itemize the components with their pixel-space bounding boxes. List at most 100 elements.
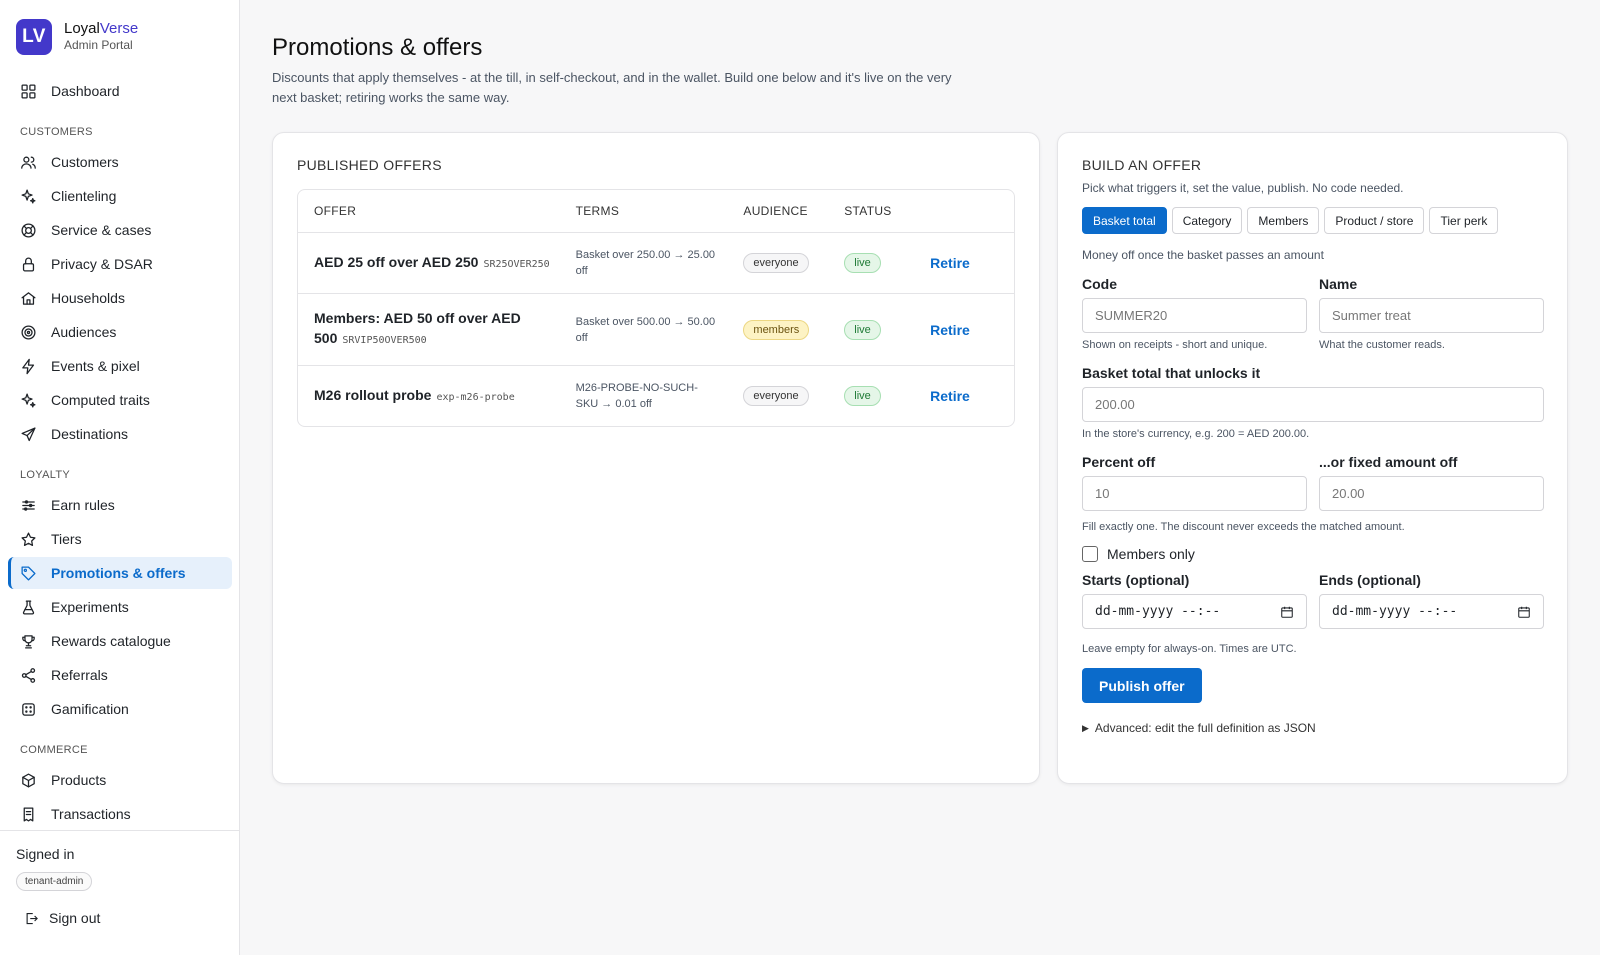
offer-name: Members: AED 50 off over AED 500 SRVIP50O… [314,310,521,346]
column-audience: AUDIENCE [743,204,808,218]
sparkle-icon [21,392,36,408]
sidebar-item-products[interactable]: Products [8,764,232,796]
user-badge: tenant-admin [16,872,93,891]
receipt-icon [23,806,34,822]
ends-input[interactable]: dd-mm-yyyy --:-- [1319,594,1544,629]
fixed-amount-input[interactable] [1319,476,1544,511]
name-label: Name [1319,276,1358,292]
table-header: OFFER TERMS AUDIENCE STATUS [298,190,1014,232]
status-badge: live [844,386,881,406]
publish-offer-button[interactable]: Publish offer [1082,668,1202,703]
flask-icon [22,599,35,615]
sidebar-item-label: Experiments [51,599,129,615]
dice-icon [22,702,35,716]
code-input[interactable] [1082,298,1307,333]
sidebar-item-label: Events & pixel [51,358,140,374]
sidebar-item-label: Households [51,290,125,306]
audience-badge: everyone [743,253,809,273]
ends-value: dd-mm-yyyy --:-- [1332,604,1458,619]
sidebar-item-audiences[interactable]: Audiences [8,316,232,348]
name-hint: What the customer reads. [1319,339,1445,351]
trigger-tabs: Basket total Category Members Product / … [1082,207,1544,234]
sidebar: LV LoyalVerse Admin Portal Dashboard CUS… [0,0,240,955]
starts-input[interactable]: dd-mm-yyyy --:-- [1082,594,1307,629]
sidebar-item-label: Tiers [51,531,82,547]
sidebar-item-computed-traits[interactable]: Computed traits [8,384,232,416]
dashboard-icon [21,83,36,99]
published-offers-card: PUBLISHED OFFERS OFFER TERMS AUDIENCE ST… [272,132,1040,784]
brand-logo: LV [16,19,52,55]
offer-builder: BUILD AN OFFER Pick what triggers it, se… [1082,157,1544,735]
tab-category[interactable]: Category [1171,207,1243,234]
table-row: Members: AED 50 off over AED 500 SRVIP50O… [298,293,1014,365]
target-icon [21,324,36,340]
amount-hint: Fill exactly one. The discount never exc… [1082,521,1405,533]
table-row: M26 rollout probe exp-m26-probe M26-PROBE… [298,365,1014,426]
sidebar-item-tiers[interactable]: Tiers [8,523,232,555]
sidebar-item-promotions[interactable]: Promotions & offers [8,557,232,589]
home-icon [21,291,36,305]
starts-value: dd-mm-yyyy --:-- [1095,604,1221,619]
sidebar-item-events[interactable]: Events & pixel [8,350,232,382]
retire-button[interactable]: Retire [930,255,970,271]
sidebar-footer: Signed in tenant-admin Sign out [0,830,240,955]
threshold-input[interactable] [1082,387,1544,422]
audience-badge: everyone [743,386,809,406]
column-offer: OFFER [314,204,357,218]
sidebar-item-referrals[interactable]: Referrals [8,659,232,691]
audience-badge: members [743,319,810,340]
advanced-json-toggle[interactable]: ▶ Advanced: edit the full definition as … [1082,721,1544,735]
sidebar-item-label: Earn rules [51,497,115,513]
sidebar-item-label: Rewards catalogue [51,633,171,649]
tag-icon [21,565,36,581]
ends-label: Ends (optional) [1319,572,1421,588]
retire-button[interactable]: Retire [930,322,970,338]
star-icon [21,531,36,546]
lifebuoy-icon [21,222,36,238]
sidebar-item-dashboard[interactable]: Dashboard [8,75,232,107]
sidebar-item-label: Audiences [51,324,117,340]
offer-terms: Basket over 500.00 → 50.00 off [575,315,716,344]
sidebar-item-earn-rules[interactable]: Earn rules [8,489,232,521]
starts-label: Starts (optional) [1082,572,1190,588]
sidebar-item-clienteling[interactable]: Clienteling [8,180,232,212]
section-customers: CUSTOMERS [20,126,93,138]
status-badge: live [844,253,881,273]
column-status: STATUS [844,204,892,218]
sidebar-item-destinations[interactable]: Destinations [8,418,232,450]
members-only-checkbox[interactable] [1082,546,1098,562]
name-input[interactable] [1319,298,1544,333]
tab-basket-total[interactable]: Basket total [1082,207,1167,234]
tab-members[interactable]: Members [1247,207,1320,234]
page-description: Discounts that apply themselves - at the… [272,70,952,105]
sidebar-item-experiments[interactable]: Experiments [8,591,232,623]
retire-button[interactable]: Retire [930,388,970,404]
offer-name: AED 25 off over AED 250 SR25OVER250 [314,253,550,270]
tab-product-store[interactable]: Product / store [1324,207,1425,234]
build-offer-card: BUILD AN OFFER Pick what triggers it, se… [1057,132,1568,784]
sidebar-item-gamification[interactable]: Gamification [8,693,232,725]
percent-input[interactable] [1082,476,1307,511]
sidebar-item-service[interactable]: Service & cases [8,214,232,246]
status-badge: live [844,319,881,340]
lightning-icon [22,358,35,374]
members-only-label: Members only [1107,546,1195,562]
advanced-json-label: Advanced: edit the full definition as JS… [1094,721,1316,735]
section-loyalty: LOYALTY [20,469,70,481]
fixed-amount-label: ...or fixed amount off [1319,454,1458,470]
sidebar-item-label: Service & cases [51,222,152,238]
sidebar-item-households[interactable]: Households [8,282,232,314]
sidebar-item-privacy[interactable]: Privacy & DSAR [8,248,232,280]
sidebar-item-label: Promotions & offers [51,565,186,581]
sidebar-item-rewards[interactable]: Rewards catalogue [8,625,232,657]
sign-out-button[interactable]: Sign out [24,910,224,926]
sidebar-item-transactions[interactable]: Transactions [8,798,232,830]
threshold-hint: In the store's currency, e.g. 200 = AED … [1082,428,1310,440]
sidebar-item-customers[interactable]: Customers [8,146,232,178]
tab-tier-perk[interactable]: Tier perk [1429,207,1499,234]
dates-hint: Leave empty for always-on. Times are UTC… [1082,643,1297,655]
box-icon [22,772,35,788]
code-label: Code [1082,276,1117,292]
brand[interactable]: LV LoyalVerse Admin Portal [16,19,138,55]
sidebar-nav: Dashboard CUSTOMERS Customers Clientelin… [8,75,232,830]
